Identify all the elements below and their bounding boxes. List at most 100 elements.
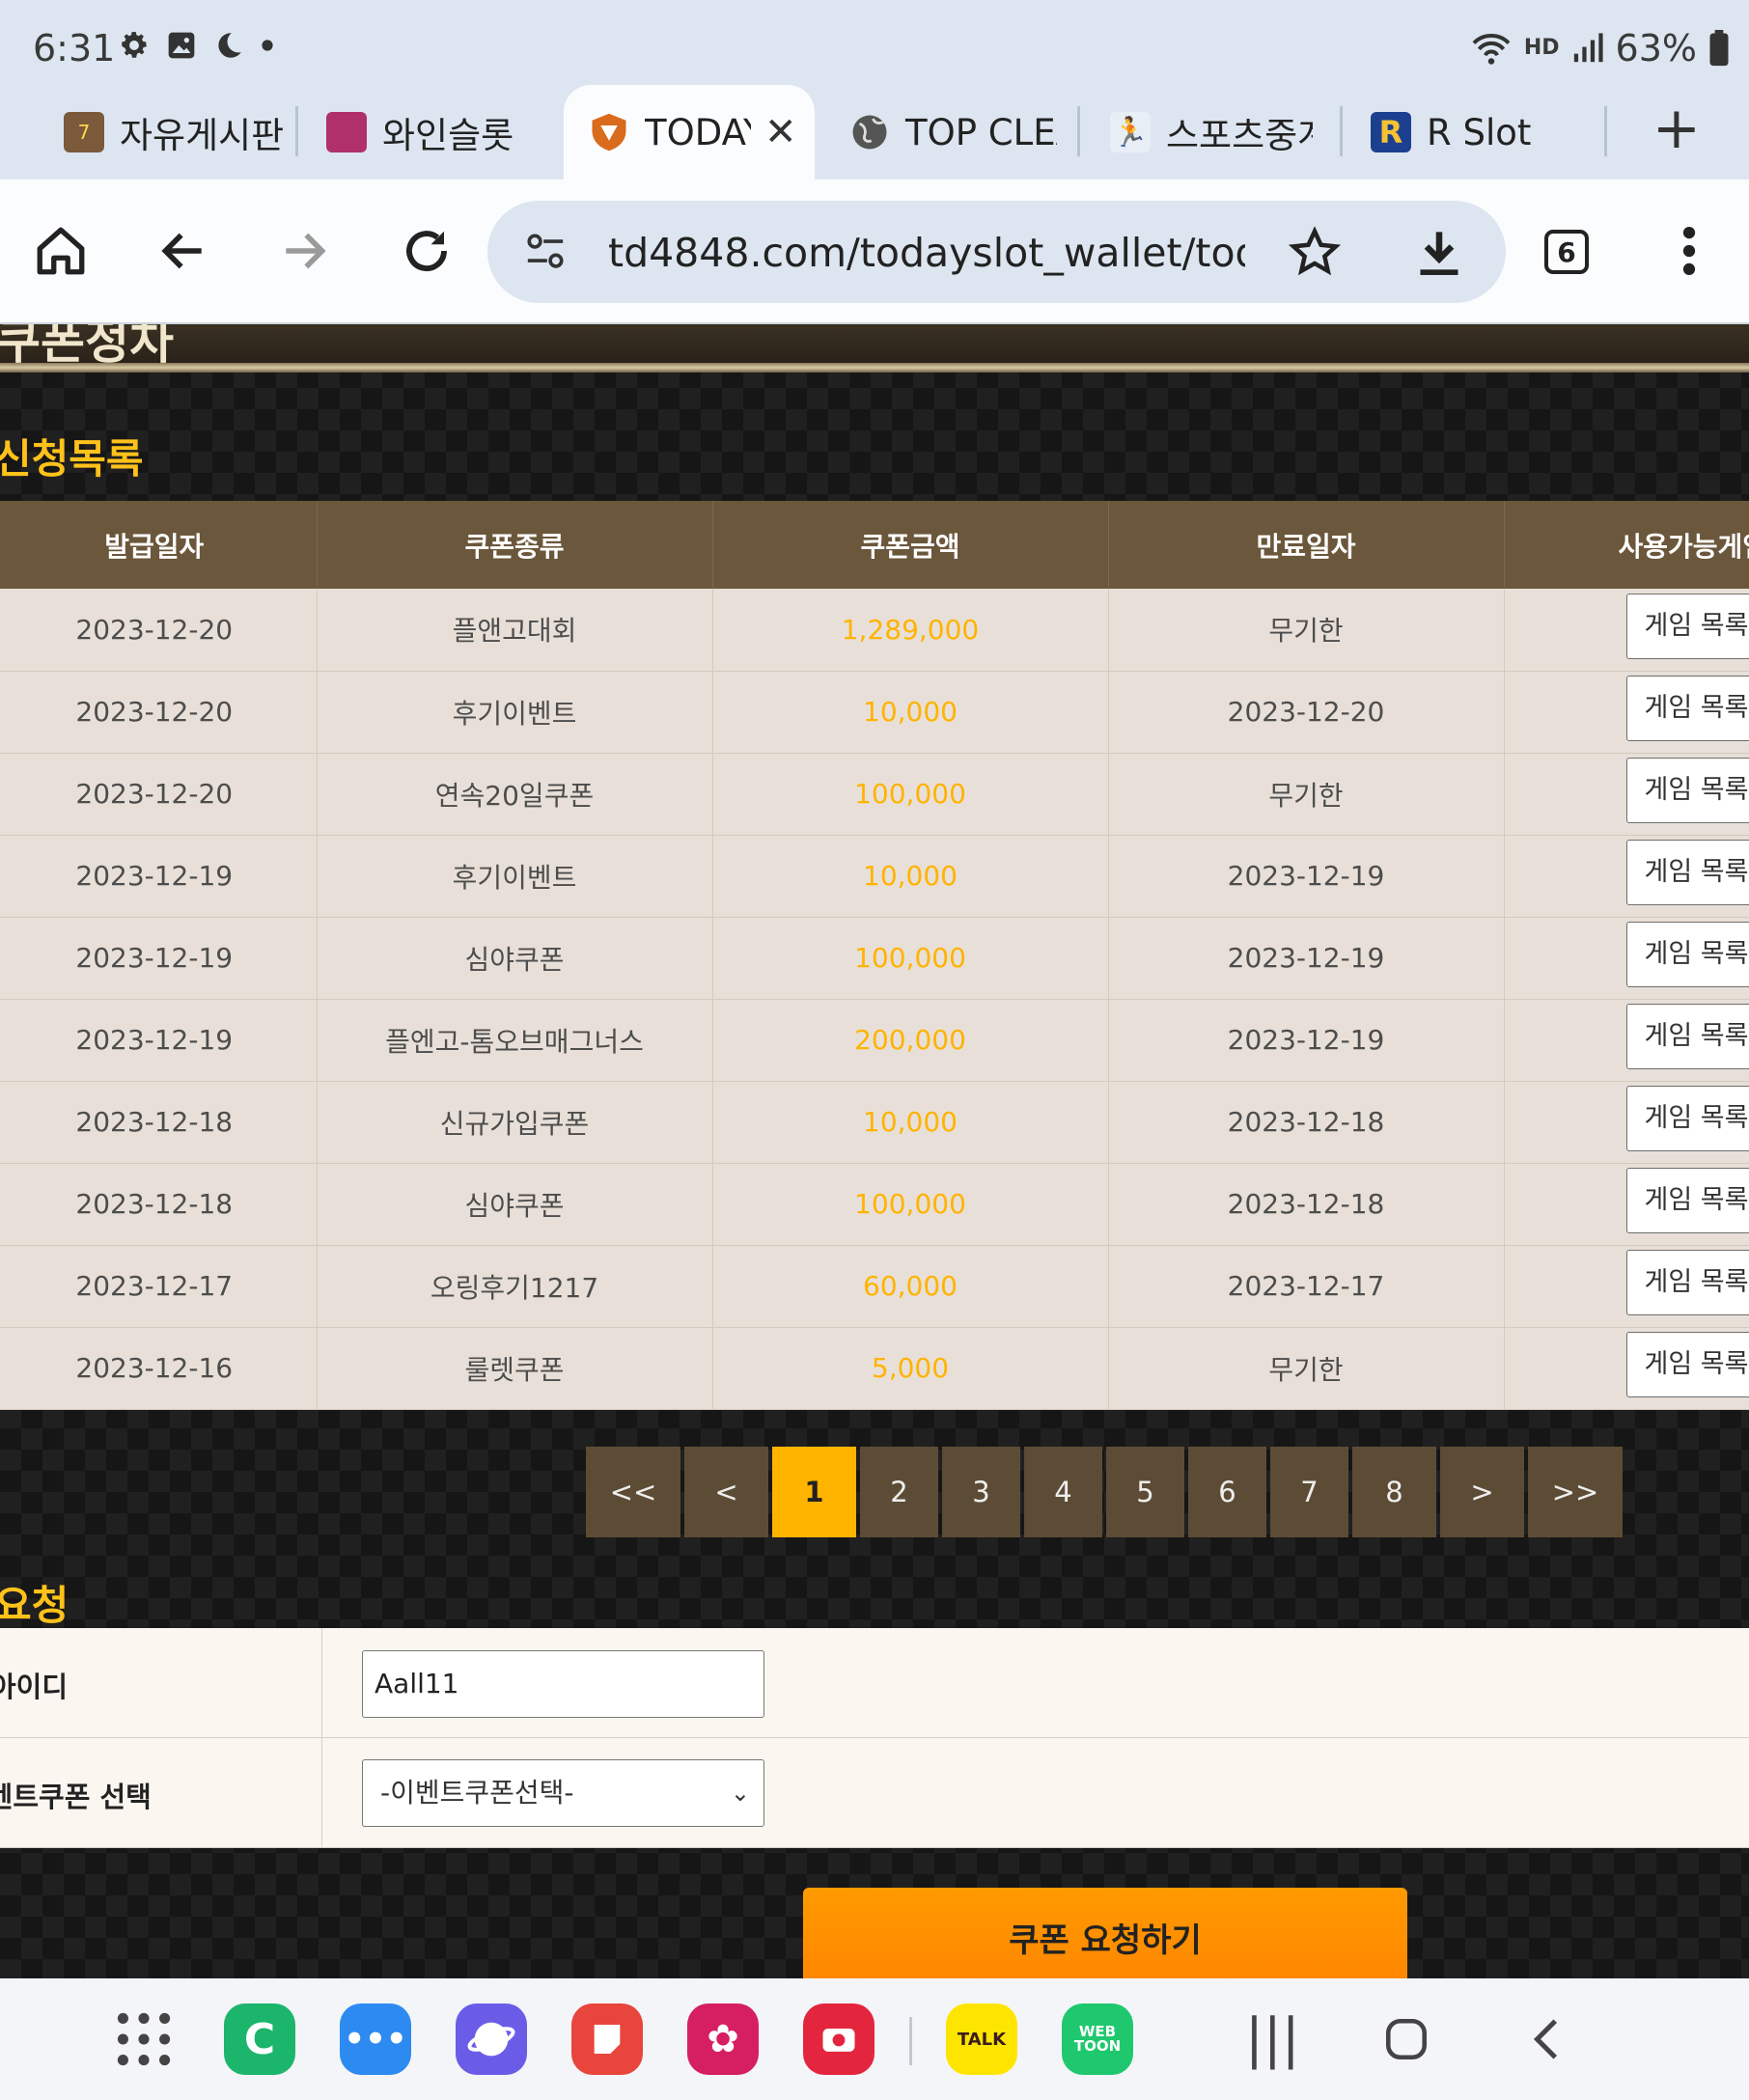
game-list-button[interactable]: 게임 목록 xyxy=(1625,840,1749,905)
tab-top-clean[interactable]: TOP CLEA xyxy=(849,85,1057,180)
recents-button[interactable]: ||| xyxy=(1245,2007,1300,2070)
game-list-button[interactable]: 게임 목록 xyxy=(1625,593,1749,659)
dot-icon xyxy=(262,40,273,51)
tab-strip: 7 자유게시판 와인슬롯 TODAY ✕ TOP CLEA 🏃 스포츠중계 R … xyxy=(0,85,1749,180)
url-text[interactable]: td4848.com/todayslot_wallet/today xyxy=(608,230,1245,276)
page-last-button[interactable]: >> xyxy=(1528,1447,1623,1537)
tab-switcher-button[interactable]: 6 xyxy=(1544,230,1589,274)
game-list-button[interactable]: 게임 목록 xyxy=(1625,1332,1749,1397)
cell-type: 후기이벤트 xyxy=(317,835,713,918)
cell-amount: 100,000 xyxy=(712,917,1109,1000)
hd-voice-icon: HD xyxy=(1523,36,1560,60)
game-list-button[interactable]: 게임 목록 xyxy=(1625,676,1749,741)
form-row-coupon: 이벤트쿠폰 선택 -이벤트쿠폰선택- ⌄ xyxy=(0,1738,1749,1848)
webtoon-icon[interactable]: WEB TOON xyxy=(1062,2003,1133,2075)
messages-icon[interactable]: ••• xyxy=(340,2003,411,2075)
kakaotalk-icon[interactable]: TALK xyxy=(946,2003,1017,2075)
r-slot-icon: R xyxy=(1371,112,1411,152)
page-button-1[interactable]: 1 xyxy=(772,1447,856,1537)
game-list-button[interactable]: 게임 목록 xyxy=(1625,1004,1749,1069)
tab-free-board[interactable]: 7 자유게시판 xyxy=(64,85,286,180)
signal-icon xyxy=(1573,33,1603,63)
game-list-button[interactable]: 게임 목록 xyxy=(1625,758,1749,823)
table-row: 2023-12-20 연속20일쿠폰 100,000 무기한 게임 목록 xyxy=(0,753,1749,836)
cell-issued: 2023-12-19 xyxy=(0,835,318,918)
cell-amount: 60,000 xyxy=(712,1245,1109,1328)
id-field[interactable]: Aall11 xyxy=(362,1650,764,1718)
back-nav-button[interactable] xyxy=(1525,2015,1573,2063)
cell-amount: 100,000 xyxy=(712,1163,1109,1246)
cell-issued: 2023-12-18 xyxy=(0,1081,318,1164)
request-coupon-button[interactable]: 쿠폰 요청하기 xyxy=(803,1888,1407,1978)
table-row: 2023-12-20 플앤고대회 1,289,000 무기한 게임 목록 xyxy=(0,589,1749,672)
page-prev-button[interactable]: < xyxy=(684,1447,768,1537)
star-icon[interactable] xyxy=(1289,226,1341,278)
cell-expires: 2023-12-19 xyxy=(1108,999,1505,1082)
status-time: 6:31 xyxy=(33,27,116,69)
moon-icon xyxy=(218,33,241,58)
request-title: 요청 xyxy=(0,1582,69,1629)
tab-wine-slot[interactable]: 와인슬롯 xyxy=(326,85,548,180)
home-icon[interactable] xyxy=(22,212,99,290)
new-tab-button[interactable]: + xyxy=(1652,95,1701,162)
menu-icon[interactable] xyxy=(1651,212,1728,290)
table-row: 2023-12-19 심야쿠폰 100,000 2023-12-19 게임 목록 xyxy=(0,917,1749,1000)
tab-today[interactable]: TODAY ✕ xyxy=(564,85,815,180)
back-icon[interactable] xyxy=(145,212,222,290)
gear-icon xyxy=(122,32,147,58)
cell-expires: 2023-12-19 xyxy=(1108,917,1505,1000)
cell-amount: 1,289,000 xyxy=(712,589,1109,672)
game-list-button[interactable]: 게임 목록 xyxy=(1625,1168,1749,1233)
cell-issued: 2023-12-18 xyxy=(0,1163,318,1246)
game-list-button[interactable]: 게임 목록 xyxy=(1625,922,1749,987)
cell-issued: 2023-12-17 xyxy=(0,1245,318,1328)
flower-gallery-icon[interactable]: ✿ xyxy=(687,2003,759,2075)
form-row-id: 아이디 Aall11 xyxy=(0,1628,1749,1738)
cell-type: 플엔고-톰오브매그너스 xyxy=(317,999,713,1082)
site-settings-icon[interactable] xyxy=(524,233,567,271)
download-icon[interactable] xyxy=(1414,226,1464,280)
wine-slot-icon xyxy=(326,112,367,152)
reload-icon[interactable] xyxy=(388,212,465,290)
page-button-3[interactable]: 3 xyxy=(942,1447,1020,1537)
home-button[interactable] xyxy=(1382,2015,1430,2063)
coupon-select[interactable]: -이벤트쿠폰선택- ⌄ xyxy=(362,1759,764,1827)
url-bar[interactable]: td4848.com/todayslot_wallet/today xyxy=(487,201,1506,303)
page-first-button[interactable]: << xyxy=(586,1447,680,1537)
cell-expires: 무기한 xyxy=(1108,753,1505,836)
list-title: 신청목록 xyxy=(0,435,144,483)
cell-issued: 2023-12-16 xyxy=(0,1327,318,1410)
page-button-5[interactable]: 5 xyxy=(1106,1447,1184,1537)
table-row: 2023-12-19 후기이벤트 10,000 2023-12-19 게임 목록 xyxy=(0,835,1749,918)
internet-icon[interactable] xyxy=(456,2003,527,2075)
page-button-8[interactable]: 8 xyxy=(1352,1447,1436,1537)
page-button-7[interactable]: 7 xyxy=(1270,1447,1348,1537)
cell-issued: 2023-12-19 xyxy=(0,917,318,1000)
table-row: 2023-12-18 심야쿠폰 100,000 2023-12-18 게임 목록 xyxy=(0,1163,1749,1246)
cell-type: 심야쿠폰 xyxy=(317,917,713,1000)
apps-grid-icon[interactable] xyxy=(108,2003,180,2075)
tab-sports[interactable]: 🏃 스포츠중계 xyxy=(1110,85,1313,180)
page-button-2[interactable]: 2 xyxy=(860,1447,938,1537)
page-button-4[interactable]: 4 xyxy=(1024,1447,1102,1537)
notes-icon[interactable] xyxy=(571,2003,643,2075)
game-list-button[interactable]: 게임 목록 xyxy=(1625,1250,1749,1315)
page-button-6[interactable]: 6 xyxy=(1188,1447,1266,1537)
cell-type: 연속20일쿠폰 xyxy=(317,753,713,836)
cell-expires: 2023-12-20 xyxy=(1108,671,1505,754)
cell-expires: 2023-12-19 xyxy=(1108,835,1505,918)
col-games: 사용가능게임 xyxy=(1504,501,1749,589)
tab-r-slot[interactable]: R R Slot xyxy=(1371,85,1573,180)
forward-icon[interactable] xyxy=(265,212,343,290)
chevron-down-icon: ⌄ xyxy=(730,1780,750,1807)
game-list-button[interactable]: 게임 목록 xyxy=(1625,1086,1749,1151)
browser-toolbar: td4848.com/todayslot_wallet/today 6 xyxy=(0,180,1749,324)
page-next-button[interactable]: > xyxy=(1440,1447,1524,1537)
camera-icon[interactable] xyxy=(803,2003,874,2075)
cell-type: 심야쿠폰 xyxy=(317,1163,713,1246)
col-expires: 만료일자 xyxy=(1108,501,1505,589)
cell-expires: 무기한 xyxy=(1108,1327,1505,1410)
table-header-row: 발급일자 쿠폰종류 쿠폰금액 만료일자 사용가능게임 xyxy=(0,501,1749,589)
close-icon[interactable]: ✕ xyxy=(764,110,797,154)
phone-icon[interactable]: C xyxy=(224,2003,295,2075)
